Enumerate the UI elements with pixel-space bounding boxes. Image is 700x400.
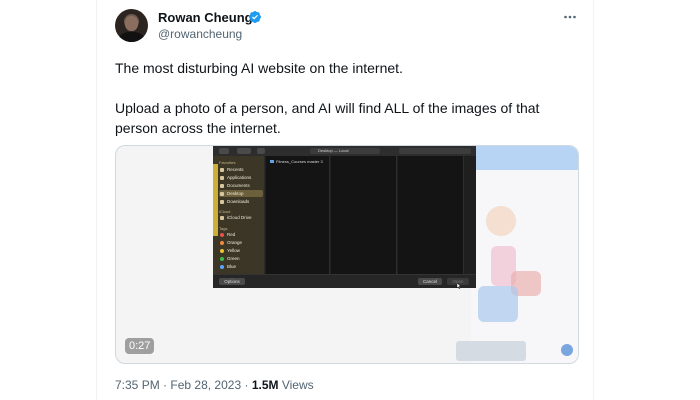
sidebar-item-label: Downloads <box>227 199 250 204</box>
sidebar-item-label: Documents <box>227 183 250 188</box>
dialog-toolbar: Desktop — Local <box>213 146 476 156</box>
tweet-text: The most disturbing AI website on the in… <box>115 58 575 138</box>
author-handle[interactable]: @rowancheung <box>158 27 242 41</box>
folder-path-item: Fitness_Courses master 3 <box>270 159 323 164</box>
sidebar-item-label: Recents <box>227 167 244 172</box>
document-icon <box>220 184 224 188</box>
sidebar-item-label: Applications <box>227 175 252 180</box>
options-button: Options <box>219 278 245 285</box>
tag-dot-icon <box>220 249 224 253</box>
video-background-graphic <box>561 344 573 356</box>
author-display-name[interactable]: Rowan Cheung <box>158 10 253 25</box>
cloud-icon <box>220 216 224 220</box>
video-background-header <box>471 146 578 170</box>
video-duration-badge: 0:27 <box>125 338 155 354</box>
clock-icon <box>220 168 224 172</box>
video-background-graphic <box>486 206 516 236</box>
views-label: Views <box>281 378 314 392</box>
video-background-page <box>471 146 578 363</box>
cancel-button: Cancel <box>418 278 442 285</box>
browser-column <box>331 156 397 274</box>
browser-column: Fitness_Courses master 3 <box>266 156 330 274</box>
tag-dot-icon <box>220 265 224 269</box>
video-player[interactable]: Desktop — Local Favorites Recents Applic… <box>115 145 579 364</box>
avatar-shirt <box>119 32 144 42</box>
sidebar-section-favorites: Favorites <box>219 160 236 165</box>
sidebar-item-label: iCloud Drive <box>227 215 252 220</box>
verified-badge-icon <box>249 11 261 23</box>
yellow-highlight-strip <box>213 164 218 236</box>
desktop-icon <box>220 192 224 196</box>
sidebar-tag: Blue <box>219 263 263 270</box>
sidebar-item: Documents <box>219 182 263 189</box>
tweet[interactable]: Rowan Cheung @rowancheung The most distu… <box>97 0 593 400</box>
views-count: 1.5M <box>251 378 279 392</box>
tweet-metadata: 7:35 PM · Feb 28, 2023 · 1.5M Views <box>115 378 314 392</box>
mouse-cursor-icon <box>456 283 462 289</box>
meta-separator: · <box>244 378 249 392</box>
sidebar-item-label: Blue <box>227 264 237 269</box>
sidebar-item: Recents <box>219 166 263 173</box>
tweet-paragraph: The most disturbing AI website on the in… <box>115 60 403 76</box>
sidebar-item: Downloads <box>219 198 263 205</box>
meta-separator: · <box>163 378 168 392</box>
video-background-graphic <box>478 286 518 322</box>
folder-icon <box>257 148 265 154</box>
video-background-graphic <box>456 341 526 361</box>
sidebar-item-label: Red <box>227 232 236 237</box>
back-forward-icon <box>219 148 229 154</box>
dialog-search-field <box>399 148 471 154</box>
tweet-time[interactable]: 7:35 PM <box>115 378 160 392</box>
dialog-footer: Options Cancel Open <box>213 274 476 288</box>
avatar[interactable] <box>115 9 148 42</box>
sidebar-item-label: Green <box>227 256 240 261</box>
more-horizontal-icon[interactable] <box>563 10 577 24</box>
avatar-face <box>125 16 138 31</box>
tag-dot-icon <box>220 233 224 237</box>
sidebar-tag: Orange <box>219 239 263 246</box>
dialog-sidebar: Favorites Recents Applications Documents… <box>213 156 265 274</box>
sidebar-item-active: Desktop <box>219 190 263 197</box>
sidebar-item: Applications <box>219 174 263 181</box>
tag-dot-icon <box>220 257 224 261</box>
location-select: Desktop — Local <box>310 148 380 154</box>
column-divider-right <box>593 0 594 400</box>
tag-dot-icon <box>220 241 224 245</box>
file-open-dialog: Desktop — Local Favorites Recents Applic… <box>213 146 476 289</box>
sidebar-item-label: Yellow <box>227 248 240 253</box>
sidebar-tag: Yellow <box>219 247 263 254</box>
sidebar-item: iCloud Drive <box>219 214 263 221</box>
view-mode-icon <box>237 148 251 154</box>
applications-icon <box>220 176 224 180</box>
download-icon <box>220 200 224 204</box>
sidebar-item-label: Orange <box>227 240 243 245</box>
sidebar-tag: Green <box>219 255 263 262</box>
tweet-date[interactable]: Feb 28, 2023 <box>170 378 241 392</box>
tweet-paragraph: Upload a photo of a person, and AI will … <box>115 100 540 136</box>
sidebar-tag: Red <box>219 231 263 238</box>
browser-column <box>398 156 464 274</box>
sidebar-item-label: Desktop <box>227 191 244 196</box>
